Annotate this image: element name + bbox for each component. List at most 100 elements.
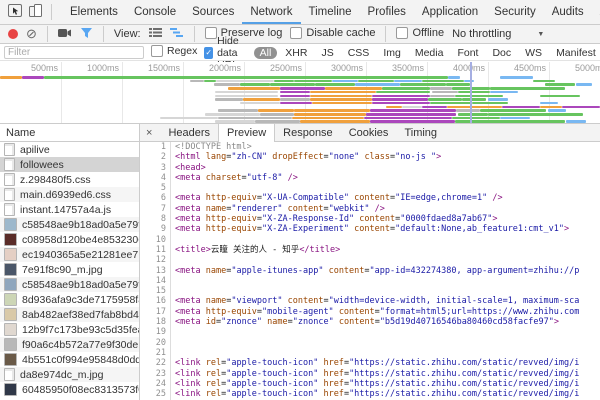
- filter-type-media[interactable]: Media: [409, 47, 450, 59]
- filter-type-css[interactable]: CSS: [342, 47, 376, 59]
- filter-input[interactable]: [4, 46, 144, 59]
- clear-icon[interactable]: ⊘: [26, 29, 37, 39]
- line-number: 12: [140, 255, 170, 265]
- request-row[interactable]: 7e91f8c90_m.jpg: [0, 262, 139, 277]
- waterfall-bar: [294, 80, 332, 83]
- line-number: 15: [140, 286, 170, 296]
- waterfall-bar: [255, 120, 300, 123]
- request-row[interactable]: 4b551c0f994e95848d0dda09...: [0, 352, 139, 367]
- waterfall-bar: [480, 109, 546, 112]
- filter-type-all[interactable]: All: [254, 47, 278, 59]
- request-row[interactable]: z.298480f5.css: [0, 172, 139, 187]
- filter-type-manifest[interactable]: Manifest: [550, 47, 600, 59]
- image-thumbnail-icon: [4, 353, 17, 366]
- waterfall-bar: [566, 120, 586, 123]
- request-row[interactable]: 60485950f08ec8313573f0e7: [0, 382, 139, 397]
- tab-console[interactable]: Console: [126, 0, 184, 24]
- disable-cache-checkbox[interactable]: Disable cache: [290, 27, 375, 39]
- waterfall-bar: [430, 102, 472, 105]
- tab-network[interactable]: Network: [242, 0, 300, 24]
- line-number: 24: [140, 379, 170, 389]
- detail-tab-cookies[interactable]: Cookies: [341, 124, 397, 142]
- filter-type-xhr[interactable]: XHR: [279, 47, 313, 59]
- detail-tab-response[interactable]: Response: [275, 124, 341, 142]
- line-number: 11: [140, 245, 170, 255]
- tab-sources[interactable]: Sources: [184, 0, 242, 24]
- tab-adblock-plus[interactable]: Adblock Plus: [592, 0, 600, 24]
- request-row[interactable]: ec1940365a5e21281ee71856...: [0, 247, 139, 262]
- waterfall-bar: [310, 91, 376, 94]
- checkbox-icon[interactable]: [151, 45, 163, 57]
- device-toolbar-icon[interactable]: [29, 4, 42, 20]
- detail-tab-preview[interactable]: Preview: [218, 124, 275, 142]
- detail-tab-timing[interactable]: Timing: [396, 124, 445, 142]
- waterfall-bar: [312, 102, 372, 105]
- offline-checkbox[interactable]: Offline: [396, 27, 444, 39]
- network-overview[interactable]: 500ms1000ms1500ms2000ms2500ms3000ms3500m…: [0, 62, 600, 124]
- throttling-select[interactable]: No throttling: [452, 28, 511, 40]
- name-column-header[interactable]: Name: [0, 124, 139, 142]
- line-number: 17: [140, 307, 170, 317]
- waterfall-bar: [280, 95, 310, 98]
- request-row[interactable]: 12b9f7c173be93c5d35fea2d...: [0, 322, 139, 337]
- line-number: 4: [140, 173, 170, 183]
- waterfall-view-icon[interactable]: [170, 27, 184, 41]
- code-line: [171, 348, 600, 358]
- request-row[interactable]: apilive: [0, 142, 139, 157]
- capture-screenshots-icon[interactable]: [58, 28, 72, 41]
- line-number: 18: [140, 317, 170, 327]
- detail-tab-headers[interactable]: Headers: [160, 124, 218, 142]
- line-number: 25: [140, 389, 170, 399]
- request-row[interactable]: main.d6939ed6.css: [0, 187, 139, 202]
- tab-audits[interactable]: Audits: [544, 0, 592, 24]
- request-row[interactable]: 8ab482aef38ed7fab8bd4314...: [0, 307, 139, 322]
- inspect-element-icon[interactable]: [8, 4, 22, 20]
- filter-type-doc[interactable]: Doc: [486, 47, 517, 59]
- waterfall-bar: [366, 113, 456, 116]
- checkbox-icon[interactable]: ✓: [204, 47, 213, 59]
- image-thumbnail-icon: [4, 338, 17, 351]
- filter-icon[interactable]: [80, 27, 93, 42]
- filter-type-font[interactable]: Font: [451, 47, 484, 59]
- request-detail-panel: × HeadersPreviewResponseCookiesTiming 12…: [140, 124, 600, 400]
- code-line: <link rel="apple-touch-icon" href="https…: [171, 358, 600, 368]
- preview-code-view[interactable]: 1234567891011121314151617181920212223242…: [140, 142, 600, 400]
- waterfall-bar: [215, 120, 255, 123]
- tab-application[interactable]: Application: [414, 0, 486, 24]
- request-row[interactable]: followees: [0, 157, 139, 172]
- tab-timeline[interactable]: Timeline: [301, 0, 360, 24]
- filter-type-js[interactable]: JS: [315, 47, 339, 59]
- ruler-tick-label: 4500ms: [514, 63, 549, 73]
- checkbox-icon[interactable]: [290, 27, 302, 39]
- record-icon[interactable]: [8, 29, 18, 39]
- tab-security[interactable]: Security: [486, 0, 544, 24]
- tab-elements[interactable]: Elements: [62, 0, 126, 24]
- waterfall-bar: [372, 98, 428, 101]
- checkbox-icon[interactable]: [396, 27, 408, 39]
- file-icon: [4, 173, 15, 186]
- request-row[interactable]: instant.14757a4a.js: [0, 202, 139, 217]
- filter-type-img[interactable]: Img: [377, 47, 407, 59]
- regex-checkbox[interactable]: Regex: [151, 45, 197, 57]
- waterfall-bar: [576, 83, 592, 86]
- waterfall-bar: [215, 98, 243, 101]
- filter-type-ws[interactable]: WS: [519, 47, 548, 59]
- ruler-tick-label: 3500ms: [392, 63, 427, 73]
- waterfall-bar: [447, 106, 502, 109]
- devtools-window: ElementsConsoleSourcesNetworkTimelinePro…: [0, 0, 600, 400]
- waterfall-bar: [280, 87, 325, 90]
- request-row[interactable]: c58548ae9b18ad0a5e79fe4e...: [0, 277, 139, 292]
- chevron-down-icon[interactable]: ▼: [537, 31, 544, 38]
- request-row[interactable]: c08958d120be4e853230649...: [0, 232, 139, 247]
- request-row[interactable]: da8e974dc_m.jpg: [0, 367, 139, 382]
- request-row[interactable]: 8d936afa9c3de7175958fae5...: [0, 292, 139, 307]
- list-view-icon[interactable]: [149, 27, 162, 41]
- request-row[interactable]: c58548ae9b18ad0a5e79fe4e...: [0, 217, 139, 232]
- waterfall-bar: [533, 80, 555, 83]
- request-name: c08958d120be4e853230649...: [22, 234, 139, 246]
- close-icon[interactable]: ×: [146, 127, 152, 139]
- file-icon: [4, 158, 15, 171]
- request-row[interactable]: f90a6c4b572a77e9f30de153...: [0, 337, 139, 352]
- tab-profiles[interactable]: Profiles: [360, 0, 414, 24]
- line-number: 23: [140, 369, 170, 379]
